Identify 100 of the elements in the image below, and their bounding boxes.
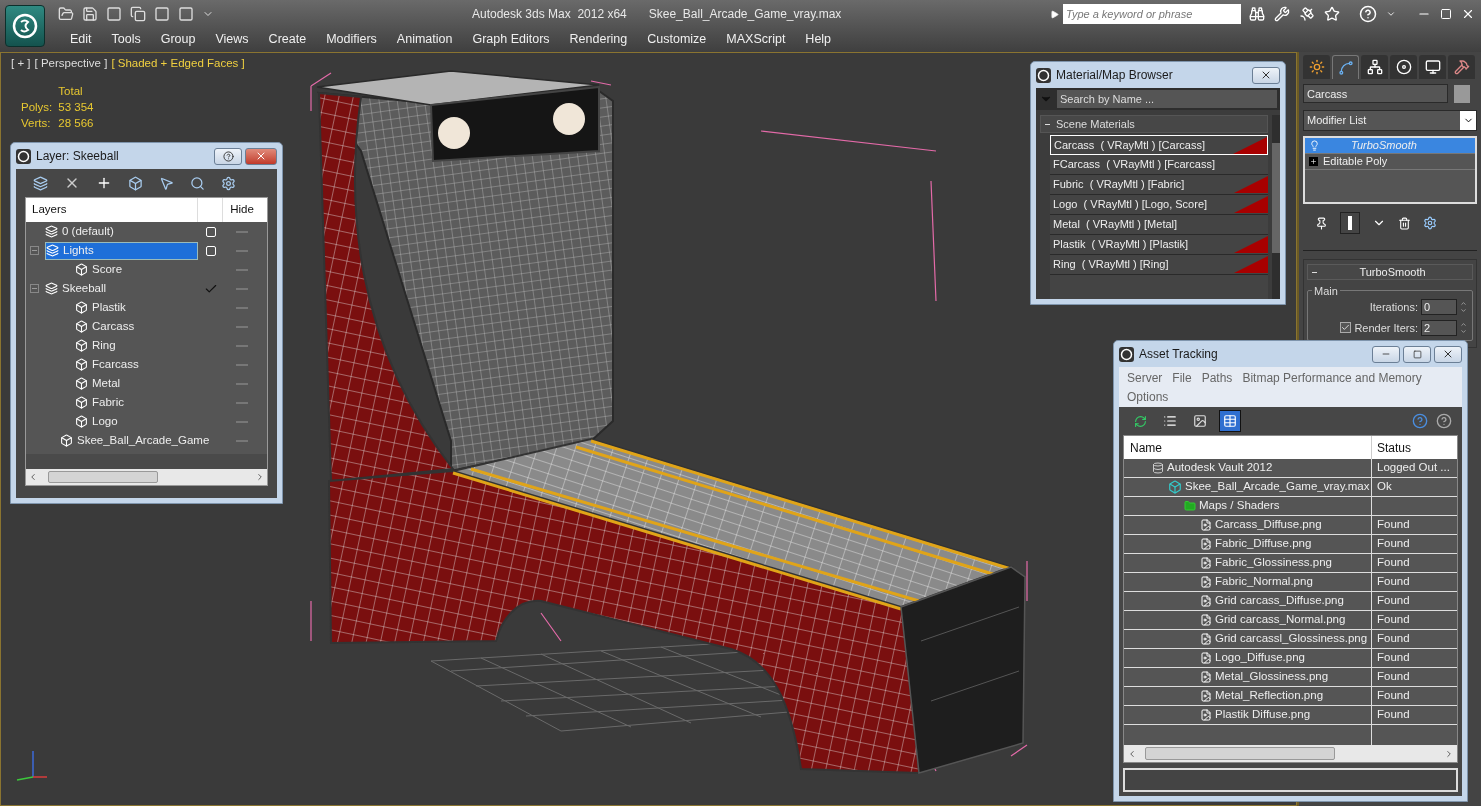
plus-icon[interactable] [96, 175, 112, 191]
help-icon[interactable] [1436, 413, 1452, 429]
material-item[interactable]: Logo ( VRayMtl ) [Logo, Score] [1050, 195, 1268, 215]
layer-row[interactable]: Fcarcass [75, 355, 198, 374]
maximize-icon[interactable] [1440, 8, 1452, 20]
render-iters-checkbox[interactable] [1340, 322, 1352, 334]
hierarchy-tab[interactable] [1361, 55, 1388, 79]
asset-row[interactable]: Skee_Ball_Arcade_Game_vray.max Ok [1124, 478, 1457, 497]
window-icon[interactable] [154, 6, 170, 22]
asset-row[interactable]: Logo_Diffuse.png Found [1124, 649, 1457, 668]
hide-toggle-icon[interactable] [236, 325, 248, 328]
table-view-button[interactable] [1219, 410, 1241, 432]
asset-row[interactable]: Plastik Diffuse.png Found [1124, 706, 1457, 725]
search-field[interactable]: Search by Name ... [1057, 90, 1277, 108]
viewport-label[interactable]: [ Perspective ] [34, 55, 108, 73]
collapse-toggle-icon[interactable] [30, 246, 39, 255]
current-layer-checkbox[interactable] [205, 226, 216, 237]
hide-toggle-icon[interactable] [236, 401, 248, 404]
display-tab[interactable] [1419, 55, 1446, 79]
layer-row[interactable]: Metal [75, 374, 198, 393]
menu-item[interactable]: Views [205, 29, 259, 49]
app-menu-button[interactable] [5, 5, 45, 47]
viewport-label[interactable]: [ Shaded + Edged Faces ] [111, 55, 245, 73]
menu-item[interactable]: Modifiers [316, 29, 387, 49]
scroll-right-icon[interactable] [1444, 748, 1454, 759]
expand-icon[interactable] [1309, 157, 1318, 166]
layer-row[interactable]: Skee_Ball_Arcade_Game [60, 431, 210, 450]
star-icon[interactable] [1324, 6, 1340, 22]
save-icon[interactable] [82, 6, 98, 22]
column-header[interactable]: Status [1372, 436, 1457, 459]
layer-row[interactable]: Score [75, 260, 198, 279]
asset-row[interactable]: Grid carcassl_Glossiness.png Found [1124, 630, 1457, 649]
trash-icon[interactable] [1398, 216, 1411, 230]
color-swatch[interactable] [1454, 84, 1470, 103]
layer-row[interactable]: Carcass [75, 317, 198, 336]
close-button[interactable] [1434, 345, 1462, 363]
menu-item[interactable]: Graph Editors [462, 29, 560, 49]
asset-row[interactable]: Autodesk Vault 2012 Logged Out ... [1124, 459, 1457, 478]
configure-icon[interactable] [1423, 216, 1437, 230]
asset-row[interactable]: Fabric_Normal.png Found [1124, 573, 1457, 592]
show-end-result-button[interactable] [1340, 212, 1360, 234]
render-iters-field[interactable]: 2 [1421, 319, 1457, 336]
modify-tab[interactable] [1332, 55, 1359, 79]
layer-row[interactable]: Plastik [75, 298, 198, 317]
asset-row[interactable]: Grid carcass_Diffuse.png Found [1124, 592, 1457, 611]
binoculars-icon[interactable] [1249, 6, 1265, 22]
asset-row[interactable]: Metal_Reflection.png Found [1124, 687, 1457, 706]
cube-icon[interactable] [128, 175, 143, 191]
layer-row[interactable]: 0 (default) [45, 222, 198, 241]
menu-item[interactable]: Animation [386, 29, 463, 49]
horizontal-scrollbar[interactable] [1124, 745, 1457, 762]
asset-row[interactable]: Maps / Shaders [1124, 497, 1457, 516]
new-layer-icon[interactable] [33, 175, 48, 191]
open-icon[interactable] [58, 6, 74, 22]
settings-icon[interactable] [221, 175, 236, 191]
maximize-button[interactable] [1403, 345, 1431, 363]
layer-row[interactable]: Logo [75, 412, 198, 431]
minimize-button[interactable] [1372, 345, 1400, 363]
menu-item[interactable]: Edit [60, 29, 102, 49]
utilities-tab[interactable] [1448, 55, 1475, 79]
column-header[interactable]: Hide [223, 198, 261, 222]
material-item[interactable]: Ring ( VRayMtl ) [Ring] [1050, 255, 1268, 275]
hide-toggle-icon[interactable] [236, 382, 248, 385]
column-header[interactable]: Name [1124, 436, 1372, 459]
material-item[interactable]: Carcass ( VRayMtl ) [Carcass] [1050, 135, 1268, 155]
lightbulb-icon[interactable] [1309, 140, 1320, 151]
modifier-list-dropdown[interactable]: Modifier List [1303, 110, 1477, 131]
menu-item[interactable]: MAXScript [716, 29, 796, 49]
search-field[interactable]: Type a keyword or phrase [1063, 4, 1241, 24]
motion-tab[interactable] [1390, 55, 1417, 79]
collapse-toggle-icon[interactable] [30, 284, 39, 293]
scrollbar-thumb[interactable] [1145, 747, 1335, 760]
layer-row[interactable]: Skeeball [45, 279, 198, 298]
menu-item[interactable]: File [1167, 368, 1197, 387]
material-item[interactable]: Plastik ( VRayMtl ) [Plastik] [1050, 235, 1268, 255]
iterations-field[interactable]: 0 [1421, 299, 1457, 316]
material-item[interactable]: Fubric ( VRayMtl ) [Fabric] [1050, 175, 1268, 195]
hide-toggle-icon[interactable] [236, 287, 248, 290]
hide-toggle-icon[interactable] [236, 306, 248, 309]
group-header[interactable]: Scene Materials [1040, 115, 1268, 133]
asset-row[interactable]: Fabric_Glossiness.png Found [1124, 554, 1457, 573]
hide-toggle-icon[interactable] [236, 249, 248, 252]
rollout-header[interactable]: TurboSmooth [1307, 264, 1473, 280]
hide-toggle-icon[interactable] [236, 230, 248, 233]
expand-arrow-icon[interactable] [1050, 9, 1059, 19]
scroll-right-icon[interactable] [255, 472, 265, 482]
search-icon[interactable] [190, 175, 205, 191]
scrollbar-thumb[interactable] [1272, 143, 1280, 253]
menu-item[interactable]: Rendering [559, 29, 638, 49]
layer-row[interactable]: Ring [75, 336, 198, 355]
hide-toggle-icon[interactable] [236, 363, 248, 366]
menu-item[interactable]: Help [795, 29, 842, 49]
asset-row[interactable]: Fabric_Diffuse.png Found [1124, 535, 1457, 554]
panel-icon[interactable] [178, 6, 194, 22]
close-icon[interactable] [1461, 7, 1475, 21]
scroll-left-icon[interactable] [28, 472, 38, 482]
help-button[interactable] [214, 147, 242, 165]
asset-row[interactable]: Grid carcass_Normal.png Found [1124, 611, 1457, 630]
menu-item[interactable]: Tools [101, 29, 151, 49]
horizontal-scrollbar[interactable] [26, 469, 267, 485]
